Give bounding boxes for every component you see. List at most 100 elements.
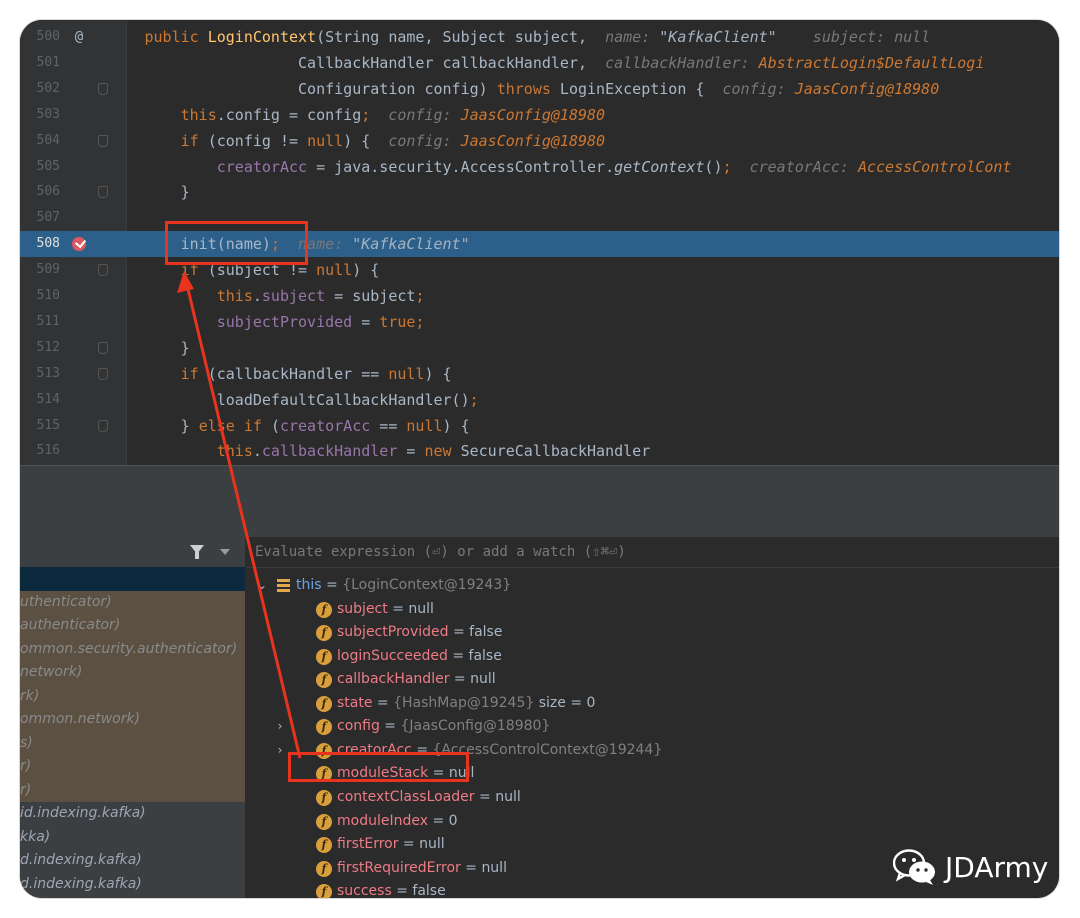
- code-text: public LoginContext(String name, Subject…: [20, 24, 931, 50]
- variable-text: moduleIndex = 0: [337, 810, 458, 834]
- code-line[interactable]: 506 }: [20, 179, 1059, 205]
- code-token: this: [216, 287, 253, 305]
- variable-value: false: [468, 647, 502, 664]
- debug-toolbar: [20, 497, 1059, 538]
- code-token: .: [252, 287, 262, 305]
- inline-debug-value: config:: [722, 79, 795, 98]
- variable-name: this: [296, 577, 322, 593]
- code-token: = subject: [325, 287, 416, 305]
- inline-debug-value: subject: null: [776, 28, 931, 46]
- field-icon: f: [316, 672, 332, 689]
- code-text: }: [20, 179, 190, 205]
- panel-divider[interactable]: [20, 465, 1059, 498]
- code-token: new: [424, 442, 461, 461]
- line-number[interactable]: 507: [20, 205, 60, 231]
- code-token: =: [397, 442, 425, 461]
- code-token: callbackHandler: [261, 442, 398, 461]
- variable-name: firstRequiredError: [337, 859, 461, 876]
- code-line[interactable]: 514 loadDefaultCallbackHandler();: [20, 387, 1059, 413]
- code-token: throws: [496, 79, 560, 98]
- inline-debug-value: callbackHandler:: [605, 53, 759, 72]
- code-line[interactable]: 503 this.config = config; config: JaasCo…: [20, 102, 1059, 128]
- evaluate-expression-input[interactable]: Evaluate expression (⏎) or add a watch (…: [246, 537, 1059, 568]
- stack-frame[interactable]: ommon.security.authenticator): [20, 637, 245, 661]
- inline-debug-value: creatorAcc:: [731, 157, 858, 176]
- stack-frame[interactable]: [20, 567, 245, 591]
- code-line[interactable]: 512 }: [20, 335, 1059, 361]
- variable-text: contextClassLoader = null: [337, 786, 521, 810]
- stack-frame[interactable]: d.indexing.kafka): [20, 849, 245, 873]
- code-line[interactable]: 516 this.callbackHandler = new SecureCal…: [20, 438, 1059, 464]
- code-text: if (callbackHandler == null) {: [20, 361, 452, 387]
- code-token: creatorAcc: [279, 416, 371, 435]
- code-token: }: [180, 416, 190, 435]
- expand-icon[interactable]: ›: [274, 739, 286, 763]
- stack-frame[interactable]: network): [20, 661, 245, 685]
- code-token: null: [307, 131, 344, 150]
- chevron-down-icon[interactable]: [220, 549, 230, 555]
- frames-header: [20, 537, 245, 567]
- code-token: ;: [361, 105, 371, 124]
- variable-text: callbackHandler = null: [337, 668, 496, 692]
- code-line[interactable]: 502 Configuration config) throws LoginEx…: [20, 76, 1059, 102]
- variable-text: subject = null: [337, 598, 434, 622]
- inline-debug-value: config:: [388, 131, 461, 150]
- code-line[interactable]: 510 this.subject = subject;: [20, 283, 1059, 309]
- code-line[interactable]: 500 @ public LoginContext(String name, Su…: [20, 24, 1059, 50]
- field-icon: f: [316, 860, 332, 877]
- code-token: ;: [469, 390, 479, 409]
- stack-frame[interactable]: id.indexing.kafka): [20, 802, 245, 826]
- expand-icon[interactable]: ›: [274, 715, 286, 739]
- code-token: public: [144, 28, 208, 46]
- code-text: CallbackHandler callbackHandler, callbac…: [20, 50, 984, 76]
- stack-frame[interactable]: r): [20, 778, 245, 802]
- code-line[interactable]: 513 if (callbackHandler == null) {: [20, 361, 1059, 387]
- code-token: .: [252, 442, 262, 461]
- variables-panel: Evaluate expression (⏎) or add a watch (…: [246, 537, 1059, 898]
- code-token: null: [388, 364, 425, 383]
- variable-name: loginSucceeded: [337, 647, 448, 664]
- variable-extra: size = 0: [534, 694, 596, 711]
- collapse-icon[interactable]: ⌄: [256, 574, 268, 598]
- variable-name: success: [337, 883, 392, 898]
- variable-equals: =: [449, 671, 471, 688]
- code-line[interactable]: 515 } else if (creatorAcc == null) {: [20, 413, 1059, 439]
- variable-value: null: [419, 836, 445, 853]
- stack-frame[interactable]: s): [20, 731, 245, 755]
- variable-name: subjectProvided: [337, 624, 449, 641]
- variable-name: contextClassLoader: [337, 788, 475, 805]
- variable-text: config = {JaasConfig@18980}: [337, 715, 550, 739]
- variable-equals: =: [474, 788, 496, 805]
- code-token: (config !=: [207, 131, 308, 150]
- inline-debug-value: name:: [605, 28, 660, 46]
- stack-frame[interactable]: ommon.network): [20, 708, 245, 732]
- field-icon: f: [316, 813, 332, 830]
- code-text: creatorAcc = java.security.AccessControl…: [20, 154, 1012, 180]
- variable-equals: =: [428, 812, 449, 829]
- code-token: (: [270, 416, 280, 435]
- variable-value: {HashMap@19245}: [393, 694, 535, 711]
- code-line[interactable]: 505 creatorAcc = java.security.AccessCon…: [20, 154, 1059, 180]
- filter-icon[interactable]: [190, 545, 204, 559]
- code-line[interactable]: 511 subjectProvided = true;: [20, 309, 1059, 335]
- variable-value: null: [495, 788, 521, 805]
- object-icon: [277, 579, 290, 592]
- code-token: subject: [261, 287, 326, 305]
- inline-debug-value: JaasConfig@18980: [794, 79, 940, 98]
- inline-debug-value: AccessControlCont: [857, 157, 1012, 176]
- variable-value: {JaasConfig@18980}: [400, 718, 551, 735]
- variable-equals: =: [447, 647, 469, 664]
- code-token: ) {: [442, 416, 470, 435]
- field-icon: f: [316, 789, 332, 806]
- code-token: loadDefaultCallbackHandler(): [20, 390, 470, 409]
- code-token: ;: [722, 157, 732, 176]
- stack-frame[interactable]: uthenticator): [20, 590, 245, 614]
- stack-frame[interactable]: kka): [20, 826, 245, 850]
- code-line[interactable]: 504 if (config != null) { config: JaasCo…: [20, 128, 1059, 154]
- stack-frame[interactable]: d.indexing.kafka): [20, 873, 245, 897]
- code-line[interactable]: 501 CallbackHandler callbackHandler, cal…: [20, 50, 1059, 76]
- stack-frame[interactable]: authenticator): [20, 614, 245, 638]
- stack-frame[interactable]: rk): [20, 684, 245, 708]
- stack-frame[interactable]: r): [20, 755, 245, 779]
